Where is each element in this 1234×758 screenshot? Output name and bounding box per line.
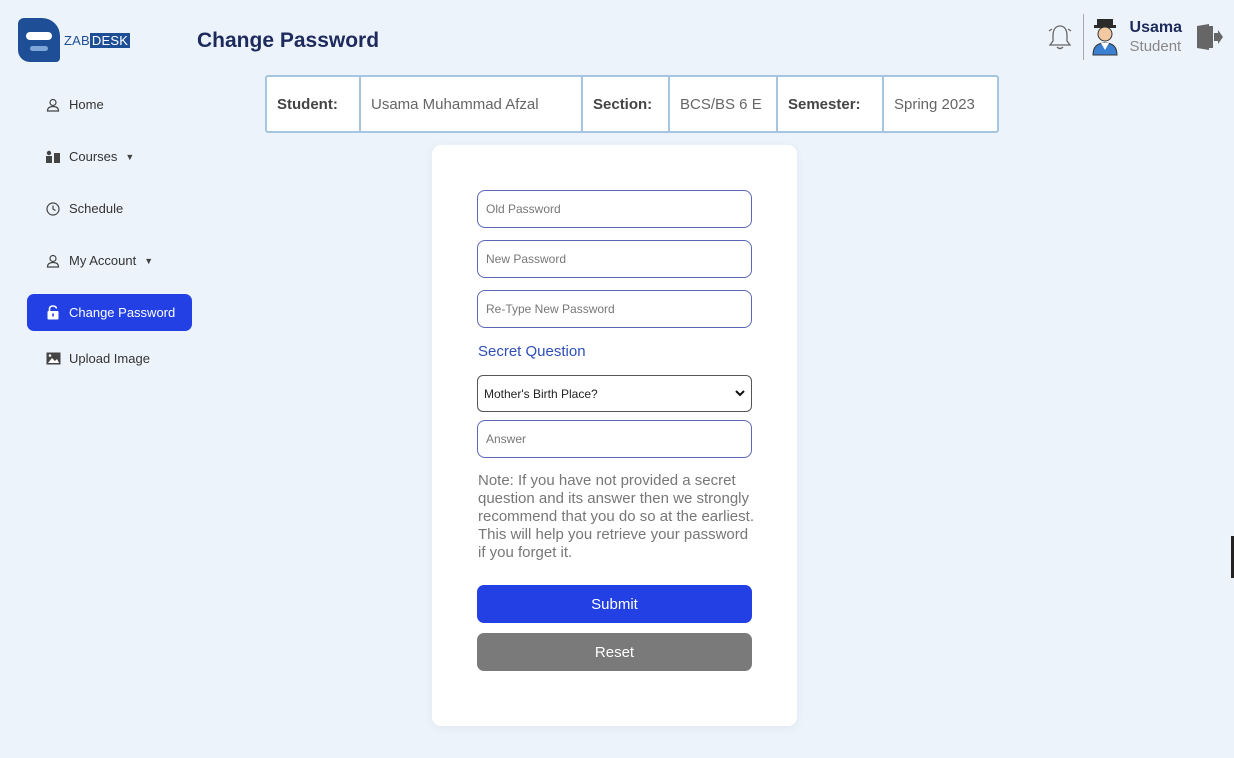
user-role: Student bbox=[1129, 38, 1182, 55]
sidebar-item-label: My Account bbox=[69, 253, 137, 268]
sidebar-item-label: Schedule bbox=[69, 201, 124, 216]
student-label: Student: bbox=[267, 77, 361, 131]
new-password-input[interactable] bbox=[477, 240, 752, 278]
submit-button[interactable]: Submit bbox=[477, 585, 752, 623]
user-area: Usama Student bbox=[1045, 14, 1224, 60]
sidebar-item-label: Courses bbox=[69, 149, 118, 164]
secret-question-label: Secret Question bbox=[478, 343, 586, 360]
user-icon bbox=[45, 97, 61, 113]
secret-question-select[interactable]: Mother's Birth Place? bbox=[477, 375, 752, 412]
semester-value: Spring 2023 bbox=[894, 95, 975, 113]
sidebar-item-upload-image[interactable]: Upload Image bbox=[27, 340, 192, 377]
sidebar-item-label: Upload Image bbox=[69, 351, 150, 366]
semester-label: Semester: bbox=[778, 77, 884, 131]
old-password-input[interactable] bbox=[477, 190, 752, 228]
retype-password-input[interactable] bbox=[477, 290, 752, 328]
header-divider bbox=[1082, 14, 1084, 60]
chevron-down-icon bbox=[735, 390, 745, 397]
reset-button[interactable]: Reset bbox=[477, 633, 752, 671]
sidebar-item-schedule[interactable]: Schedule bbox=[27, 190, 192, 227]
sidebar: Home Courses ▼ Schedule My Account ▼ Cha… bbox=[27, 80, 192, 392]
change-password-card: Secret Question Mother's Birth Place? No… bbox=[432, 145, 797, 726]
section-label: Section: bbox=[583, 77, 670, 131]
chevron-down-icon: ▼ bbox=[125, 151, 135, 162]
chevron-down-icon: ▼ bbox=[144, 255, 154, 266]
page-title: Change Password bbox=[197, 29, 380, 52]
lock-icon bbox=[45, 305, 61, 321]
sidebar-item-my-account[interactable]: My Account ▼ bbox=[27, 242, 192, 279]
student-value: Usama Muhammad Afzal bbox=[361, 77, 583, 131]
user-name: Usama bbox=[1129, 19, 1182, 36]
user-info: Usama Student bbox=[1130, 18, 1182, 56]
bell-icon[interactable] bbox=[1045, 22, 1075, 52]
logout-icon[interactable] bbox=[1194, 22, 1224, 52]
selected-question: Mother's Birth Place? bbox=[484, 386, 598, 401]
image-icon bbox=[45, 351, 61, 367]
sidebar-item-label: Home bbox=[69, 97, 104, 112]
sidebar-item-home[interactable]: Home bbox=[27, 86, 192, 123]
student-info-bar: Student: Usama Muhammad Afzal Section: B… bbox=[265, 75, 999, 133]
courses-icon bbox=[45, 149, 61, 165]
logo-face-icon bbox=[18, 18, 60, 62]
user-icon bbox=[45, 253, 61, 269]
sidebar-item-change-password[interactable]: Change Password bbox=[27, 294, 192, 331]
section-value: BCS/BS 6 E bbox=[670, 77, 778, 131]
secret-question-note: Note: If you have not provided a secret … bbox=[478, 472, 754, 561]
clock-icon bbox=[45, 201, 61, 217]
sidebar-item-label: Change Password bbox=[69, 305, 176, 320]
sidebar-item-courses[interactable]: Courses ▼ bbox=[27, 138, 192, 175]
student-avatar[interactable] bbox=[1090, 17, 1120, 57]
zabdesk-logo[interactable]: ZAB DESK bbox=[18, 18, 131, 62]
logo-text: ZAB DESK bbox=[64, 32, 131, 48]
answer-input[interactable] bbox=[477, 420, 752, 458]
